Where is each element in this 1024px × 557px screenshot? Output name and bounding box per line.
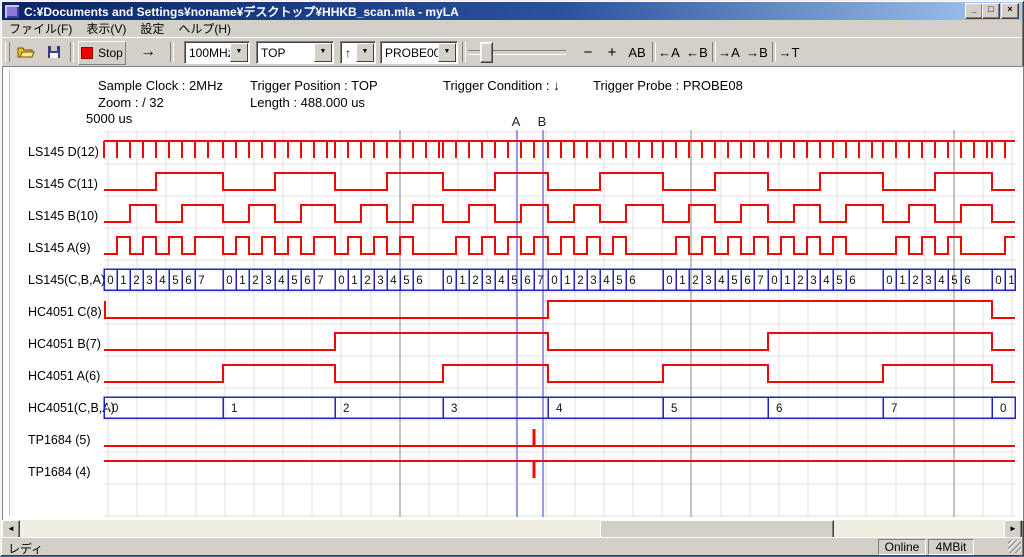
menu-file[interactable]: ファイル(F) [2, 19, 79, 38]
run-arrow-icon: → [140, 43, 156, 61]
toolbar-grip[interactable] [5, 42, 10, 62]
set-marker-a-button[interactable]: →A [716, 41, 742, 63]
menu-view[interactable]: 表示(V) [79, 19, 133, 38]
stop-button[interactable]: Stop [78, 41, 126, 65]
zoom-out-label: − [584, 44, 593, 61]
set-b-label: →B [746, 45, 768, 60]
channel-label: HC4051 B(7) [28, 337, 101, 351]
horizontal-scrollbar[interactable]: ◄ ► [2, 520, 1022, 537]
maximize-button[interactable]: □ [982, 3, 1000, 19]
info-trigger-condition: Trigger Condition : ↓ [443, 78, 560, 93]
channel-label: LS145 B(10) [28, 209, 98, 223]
status-ready-text: レディ [8, 540, 43, 557]
info-zoom: Zoom : / 32 [98, 95, 164, 110]
goto-trigger-button[interactable]: →T [776, 41, 802, 63]
minimize-button[interactable]: _ [965, 3, 983, 19]
toolbar-separator [170, 42, 174, 62]
trigger-position-combo[interactable]: TOP ▼ [256, 41, 334, 64]
zoom-out-button[interactable]: − [578, 41, 598, 63]
goto-a-label: ←A [658, 45, 680, 60]
goto-marker-a-button[interactable]: ←A [656, 41, 682, 63]
timebase-label: 5000 us [86, 111, 132, 126]
chevron-down-icon[interactable]: ▼ [356, 43, 374, 62]
stop-icon [81, 47, 93, 59]
trigger-edge-value: ↑ [341, 46, 356, 60]
info-trigger-position: Trigger Position : TOP [250, 78, 378, 93]
info-sample-clock: Sample Clock : 2MHz [98, 78, 223, 93]
save-button[interactable] [42, 41, 66, 63]
menu-bar: ファイル(F) 表示(V) 設定 ヘルプ(H) [2, 20, 1022, 37]
status-memory-badge: 4MBit [928, 539, 974, 555]
set-a-label: →A [718, 45, 740, 60]
sample-clock-value: 100MHz [185, 46, 230, 60]
channel-label: HC4051 C(8) [28, 305, 102, 319]
chevron-down-icon[interactable]: ▼ [438, 43, 456, 62]
toolbar-separator [70, 42, 74, 62]
set-marker-b-button[interactable]: →B [744, 41, 770, 63]
channel-label: HC4051 A(6) [28, 369, 100, 383]
zoom-slider-handle[interactable] [480, 42, 493, 63]
info-length: Length : 488.000 us [250, 95, 365, 110]
goto-marker-b-button[interactable]: ←B [684, 41, 710, 63]
chevron-down-icon[interactable]: ▼ [314, 43, 332, 62]
channel-label: LS145(C,B,A) [28, 273, 105, 287]
goto-b-label: ←B [686, 45, 708, 60]
open-folder-icon [17, 45, 35, 59]
channel-label: LS145 C(11) [28, 177, 98, 191]
info-trigger-probe: Trigger Probe : PROBE08 [593, 78, 743, 93]
run-button[interactable]: → [134, 41, 162, 63]
zoom-ab-label: AB [628, 45, 645, 60]
zoom-in-label: + [608, 44, 617, 61]
channel-label: TP1684 (5) [28, 433, 91, 447]
menu-help[interactable]: ヘルプ(H) [171, 19, 238, 38]
toolbar-separator [462, 42, 466, 62]
channel-label: TP1684 (4) [28, 465, 91, 479]
channel-label: LS145 D(12) [28, 145, 99, 159]
trigger-probe-combo[interactable]: PROBE00 ▼ [380, 41, 458, 64]
floppy-disk-icon [47, 45, 61, 59]
label-column-divider [9, 70, 13, 516]
status-online-badge: Online [878, 539, 926, 555]
goto-trigger-label: →T [779, 45, 800, 60]
chevron-down-icon[interactable]: ▼ [230, 43, 248, 62]
window-title: C:¥Documents and Settings¥noname¥デスクトップ¥… [24, 3, 459, 20]
close-button[interactable]: × [1001, 3, 1019, 19]
channel-label: LS145 A(9) [28, 241, 91, 255]
zoom-ab-button[interactable]: AB [624, 41, 650, 63]
resize-grip-icon[interactable] [1008, 540, 1021, 553]
waveform-plot-area[interactable] [104, 132, 1015, 517]
zoom-in-button[interactable]: + [602, 41, 622, 63]
stop-label: Stop [98, 46, 123, 60]
app-window: C:¥Documents and Settings¥noname¥デスクトップ¥… [0, 0, 1024, 556]
trigger-edge-combo[interactable]: ↑ ▼ [340, 41, 376, 64]
trigger-position-value: TOP [257, 46, 314, 60]
app-icon[interactable] [5, 5, 19, 18]
menu-settings[interactable]: 設定 [133, 19, 171, 38]
status-bar: レディ Online 4MBit [2, 537, 1022, 555]
trigger-probe-value: PROBE00 [381, 46, 438, 60]
channel-label: HC4051(C,B,A) [28, 401, 115, 415]
open-button[interactable] [14, 41, 38, 63]
title-bar[interactable]: C:¥Documents and Settings¥noname¥デスクトップ¥… [2, 2, 1022, 20]
sample-clock-combo[interactable]: 100MHz ▼ [184, 41, 250, 64]
